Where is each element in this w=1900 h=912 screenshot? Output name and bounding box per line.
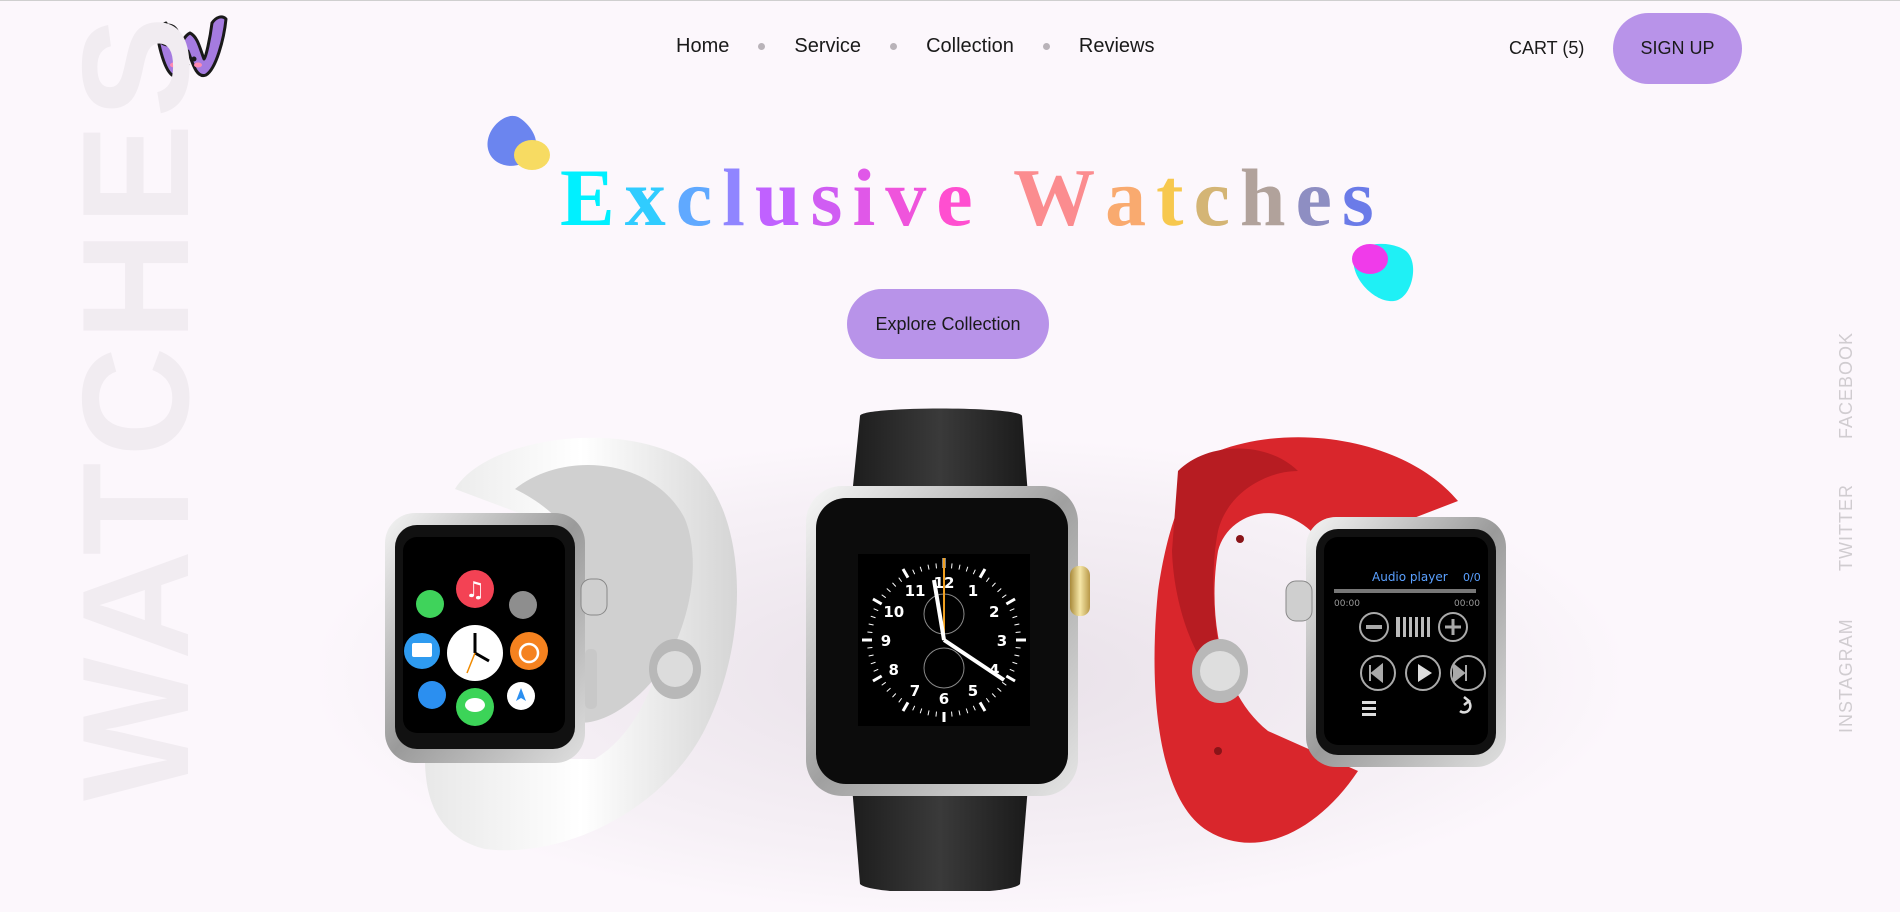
dial-tick [1015, 647, 1021, 649]
dial-number: 7 [910, 682, 920, 700]
headline-letter: c [1193, 152, 1240, 243]
headline-letter [983, 151, 1014, 245]
dial-tick [935, 711, 937, 717]
dial-number: 3 [997, 632, 1007, 650]
signup-button[interactable]: SIGN UP [1613, 13, 1742, 84]
headline-letter: h [1239, 152, 1296, 243]
social-twitter-link[interactable]: TWITTER [1836, 484, 1857, 571]
svg-text:Audio player: Audio player [1372, 570, 1448, 584]
nav-service[interactable]: Service [794, 35, 861, 58]
headline-letter: E [560, 152, 625, 243]
dial-tick [867, 631, 873, 633]
dial-number: 2 [989, 603, 999, 621]
decor-blob-cyan-magenta [1352, 243, 1414, 302]
headline-letter: i [852, 152, 886, 243]
dial-number: 10 [883, 603, 904, 621]
dial-number: 6 [939, 690, 949, 708]
dial-number: 9 [881, 632, 891, 650]
svg-text:♫: ♫ [465, 578, 485, 603]
dial-number: 5 [968, 682, 978, 700]
decor-blob-blue-yellow [487, 115, 550, 170]
headline-letter: t [1156, 152, 1194, 243]
svg-text:00:00: 00:00 [1334, 599, 1360, 609]
nav-home[interactable]: Home [676, 35, 729, 58]
dial-number: 1 [968, 582, 978, 600]
dial-number: 11 [905, 582, 926, 600]
headline-letter: u [754, 152, 811, 243]
side-watermark-text: WATCHES [51, 10, 221, 801]
nav-reviews[interactable]: Reviews [1079, 35, 1155, 58]
headline-letter: e [936, 152, 983, 243]
nav-separator [1042, 43, 1050, 50]
headline-letter: W [1013, 152, 1106, 243]
headline-letter: s [1341, 152, 1384, 243]
watch-white[interactable]: ♫ [385, 429, 755, 859]
nav-collection[interactable]: Collection [926, 35, 1014, 58]
dial-tick [951, 563, 953, 569]
nav-separator [758, 43, 766, 50]
social-facebook-link[interactable]: FACEBOOK [1836, 332, 1857, 439]
dial-tick [951, 711, 953, 717]
dial-tick [1015, 631, 1021, 633]
watch-red[interactable]: Audio player 0/0 00:00 00:00 [1148, 431, 1512, 856]
dial-number: 8 [889, 661, 899, 679]
watch-white-image: ♫ [385, 437, 738, 851]
headline-letter: v [885, 152, 937, 243]
headline-letter: a [1105, 152, 1157, 243]
explore-collection-button[interactable]: Explore Collection [847, 289, 1049, 359]
watch-black-image: 12 1234567891011 [806, 408, 1090, 893]
headline-letter: c [675, 152, 723, 243]
crown [580, 578, 608, 616]
nav-separator [890, 43, 898, 50]
dial-tick [935, 563, 937, 569]
social-links: FACEBOOK TWITTER INSTAGRAM [1836, 1, 1866, 912]
hero-headline: Exclusive Watches [560, 151, 1384, 245]
watch-black[interactable]: 12 1 2 3 4 5 6 7 8 9 10 11 [800, 406, 1095, 893]
svg-text:00:00: 00:00 [1454, 599, 1480, 609]
hero-headline-text: Exclusive Watches [560, 151, 1384, 245]
watch-red-image: Audio player 0/0 00:00 00:00 [1154, 437, 1506, 843]
svg-text:0/0: 0/0 [1463, 571, 1481, 584]
headline-letter: e [1295, 152, 1342, 243]
social-instagram-link[interactable]: INSTAGRAM [1836, 618, 1857, 733]
headline-letter: x [624, 152, 676, 243]
headline-letter: l [722, 152, 755, 243]
dial-tick [867, 647, 873, 649]
main-nav: Home Service Collection Reviews [676, 35, 1154, 58]
headline-letter: s [810, 152, 853, 243]
cart-link[interactable]: CART (5) [1509, 38, 1584, 59]
